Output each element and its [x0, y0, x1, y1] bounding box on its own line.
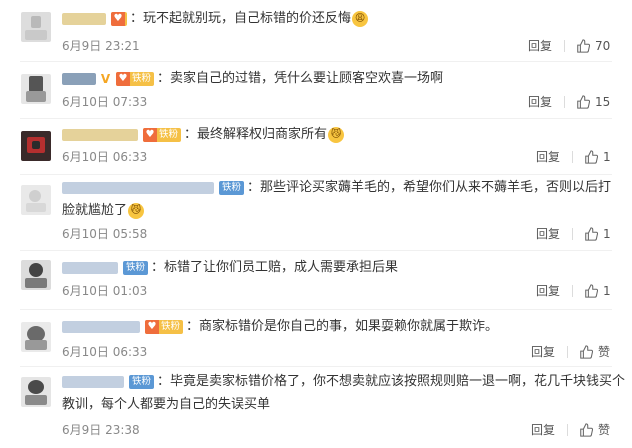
- avatar[interactable]: [21, 131, 51, 161]
- comment-item: ♥ 铁粉 ：最终解释权归商家所有 😼 6月10日 06:33 回复 1: [0, 119, 632, 175]
- emoji-icon: 😼: [328, 127, 345, 143]
- avatar[interactable]: [21, 322, 51, 352]
- thumbs-up-icon[interactable]: [576, 95, 590, 109]
- timestamp: 6月10日 06:33: [62, 150, 148, 164]
- like-count: 1: [603, 150, 611, 164]
- verified-icon: V: [100, 71, 111, 86]
- timestamp: 6月10日 01:03: [62, 284, 148, 298]
- thumbs-up-icon[interactable]: [576, 39, 590, 53]
- like-label[interactable]: 赞: [598, 423, 610, 437]
- reply-button[interactable]: 回复: [536, 227, 560, 241]
- avatar[interactable]: [21, 377, 51, 407]
- comment-item: 铁粉 ：那些评论买家薅羊毛的，希望你们从来不薅羊毛，否则以后打 脸就尴尬了 😼 6月…: [0, 175, 632, 251]
- comment-text: 卖家自己的过错，凭什么要让顾客空欢喜一场啊: [170, 71, 444, 86]
- reply-button[interactable]: 回复: [536, 150, 560, 164]
- timestamp: 6月10日 05:58: [62, 227, 148, 241]
- reply-button[interactable]: 回复: [528, 39, 552, 53]
- timestamp: 6月10日 06:33: [62, 345, 148, 359]
- comment-text: 最终解释权归商家所有: [197, 127, 328, 142]
- username[interactable]: [62, 321, 140, 333]
- reply-button[interactable]: 回复: [531, 423, 555, 437]
- fan-badge: 铁粉: [123, 261, 149, 275]
- comment-text: 玩不起就别玩，自己标错的价还反悔: [143, 11, 352, 26]
- timestamp: 6月9日 23:21: [62, 39, 140, 53]
- thumbs-up-icon[interactable]: [584, 227, 598, 241]
- avatar[interactable]: [21, 185, 51, 215]
- username[interactable]: [62, 376, 124, 388]
- username[interactable]: [62, 73, 96, 85]
- comment-text: 标错了让你们员工赔，成人需要承担后果: [164, 260, 399, 275]
- emoji-icon: 😩: [352, 11, 369, 27]
- comment-item: ♥ ：玩不起就别玩，自己标错的价还反悔 😩 6月9日 23:21 回复 70: [0, 0, 632, 62]
- fan-badge: 铁粉: [129, 375, 155, 389]
- fan-badge: ♥ 铁粉: [116, 72, 155, 86]
- reply-button[interactable]: 回复: [536, 284, 560, 298]
- username[interactable]: [62, 262, 118, 274]
- fan-badge: ♥ 铁粉: [143, 128, 182, 142]
- like-count: 15: [595, 95, 611, 109]
- avatar[interactable]: [21, 74, 51, 104]
- timestamp: 6月10日 07:33: [62, 95, 148, 109]
- thumbs-up-icon[interactable]: [584, 284, 598, 298]
- reply-button[interactable]: 回复: [531, 345, 555, 359]
- avatar[interactable]: [21, 260, 51, 290]
- comment-text: 毕竟是卖家标错价格了，你不想卖就应该按照规则赔一退一啊，花几千块钱买个: [170, 374, 626, 389]
- comment-item: 铁粉 ：标错了让你们员工赔，成人需要承担后果 6月10日 01:03 回复 1: [0, 251, 632, 310]
- emoji-icon: 😼: [128, 202, 145, 219]
- comment-text: 商家标错价是你自己的事，如果耍赖你就属于欺诈。: [199, 319, 499, 334]
- like-count: 70: [595, 39, 611, 53]
- thumbs-up-icon[interactable]: [579, 345, 593, 359]
- comment-item: 铁粉 ：毕竟是卖家标错价格了，你不想卖就应该按照规则赔一退一啊，花几千块钱买个 教…: [0, 367, 632, 448]
- fan-badge: ♥: [111, 12, 127, 26]
- comment-text-cont: 脸就尴尬了: [62, 203, 128, 218]
- comment-text-cont: 教训，每个人都要为自己的失误买单: [62, 397, 271, 412]
- like-label[interactable]: 赞: [598, 345, 610, 359]
- thumbs-up-icon[interactable]: [584, 150, 598, 164]
- avatar[interactable]: [21, 12, 51, 42]
- like-count: 1: [603, 227, 611, 241]
- timestamp: 6月9日 23:38: [62, 423, 140, 437]
- thumbs-up-icon[interactable]: [579, 423, 593, 437]
- comment-item: ♥ 铁粉 ：商家标错价是你自己的事，如果耍赖你就属于欺诈。 6月10日 06:33 …: [0, 310, 632, 367]
- fan-badge: 铁粉: [219, 181, 245, 195]
- reply-button[interactable]: 回复: [528, 95, 552, 109]
- username[interactable]: [62, 182, 214, 194]
- like-count: 1: [603, 284, 611, 298]
- comment-item: V ♥ 铁粉 ：卖家自己的过错，凭什么要让顾客空欢喜一场啊 6月10日 07:33 回…: [0, 62, 632, 119]
- fan-badge: ♥ 铁粉: [145, 320, 184, 334]
- username[interactable]: [62, 129, 138, 141]
- comment-text: 那些评论买家薅羊毛的，希望你们从来不薅羊毛，否则以后打: [260, 180, 612, 195]
- username[interactable]: [62, 13, 106, 25]
